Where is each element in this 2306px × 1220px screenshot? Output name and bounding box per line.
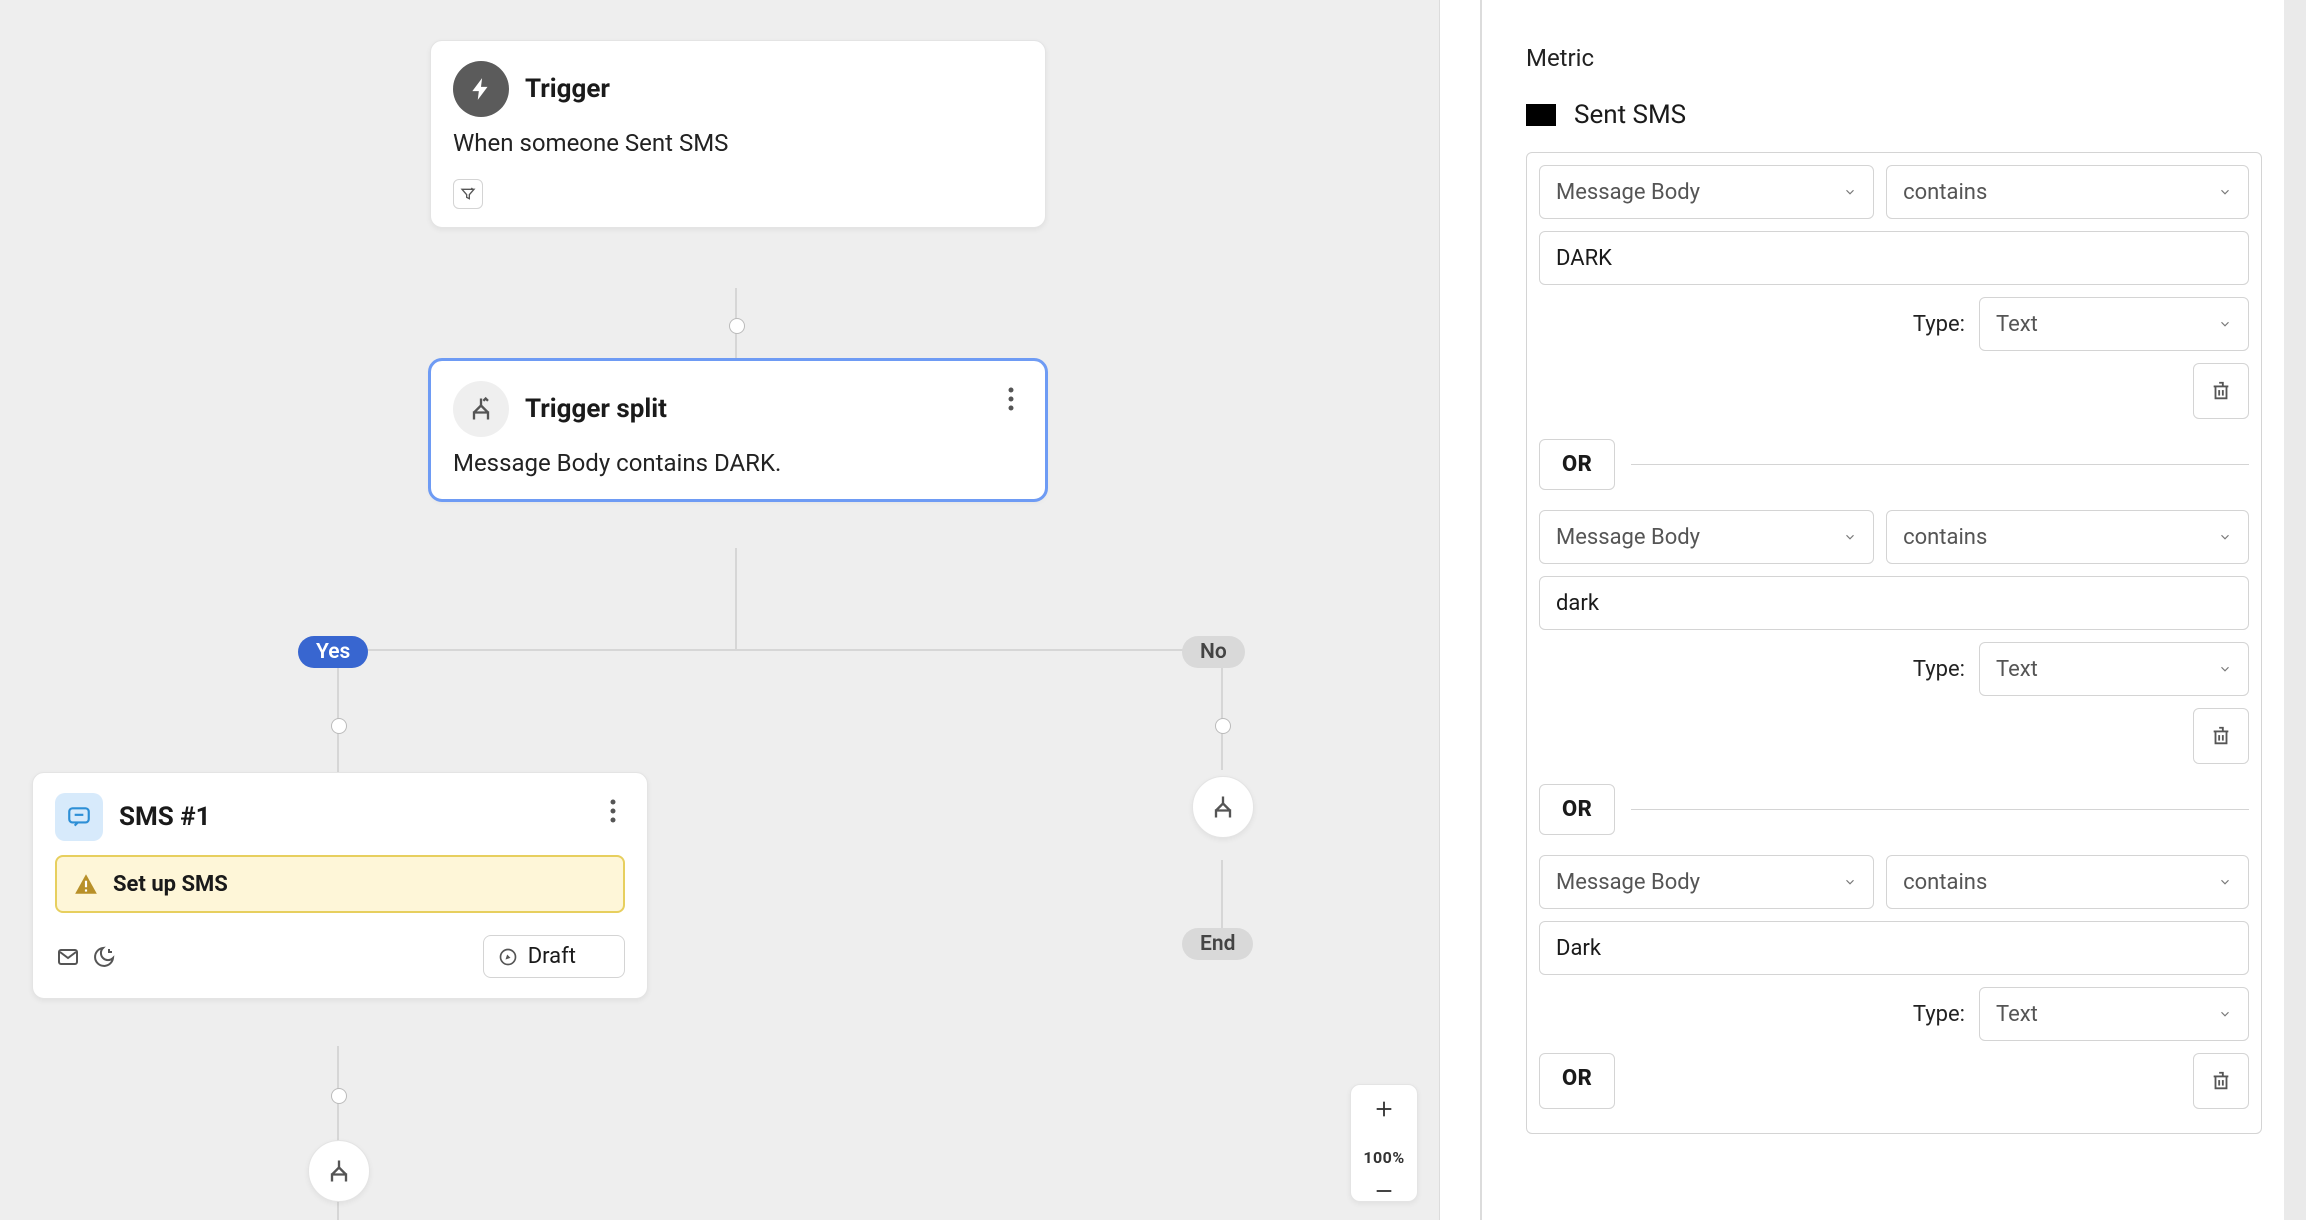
operator-select[interactable]: contains [1886,855,2249,909]
trigger-title: Trigger [525,74,610,104]
type-label: Type: [1913,312,1965,337]
zoom-in-button[interactable] [1351,1085,1417,1133]
connector-dot[interactable] [331,718,347,734]
chevron-down-icon [2218,185,2232,199]
sms-status-text: Draft [528,944,576,969]
connector-dot[interactable] [1215,718,1231,734]
branch-yes-label: Yes [298,636,368,668]
warning-icon [73,871,99,897]
delete-condition-button[interactable] [2193,363,2249,419]
branch-end-label: End [1182,928,1253,960]
trigger-split-node[interactable]: Trigger split Message Body contains DARK… [430,360,1046,500]
add-step-button[interactable] [308,1140,370,1202]
flow-canvas[interactable]: Trigger When someone Sent SMS Trigger sp… [0,0,1482,1220]
zoom-out-button[interactable] [1351,1181,1417,1201]
metric-section-label: Metric [1526,44,2262,72]
chevron-down-icon [2218,1007,2232,1021]
value-input[interactable]: Dark [1539,921,2249,975]
connector-dot[interactable] [331,1088,347,1104]
type-label: Type: [1913,657,1965,682]
sms-icon [55,793,103,841]
sms-status-badge[interactable]: Draft [483,935,625,978]
divider [1631,809,2249,810]
sms-menu-button[interactable] [597,795,629,827]
chevron-down-icon [1843,875,1857,889]
metric-tag-icon [1526,104,1556,126]
value-input[interactable]: dark [1539,576,2249,630]
metric-name: Sent SMS [1574,100,1686,130]
panel-gutter [1439,0,1480,1220]
sms-node[interactable]: SMS #1 Set up SMS [32,772,648,999]
trash-icon [2210,1070,2232,1092]
metric-row[interactable]: Sent SMS [1526,100,2262,130]
trigger-node[interactable]: Trigger When someone Sent SMS [430,40,1046,228]
zoom-control: 100% [1350,1084,1418,1202]
chevron-down-icon [2218,317,2232,331]
branch-icon [453,381,509,437]
trigger-split-title: Trigger split [525,394,667,424]
operator-select[interactable]: contains [1886,510,2249,564]
chevron-down-icon [2218,530,2232,544]
trash-icon [2210,725,2232,747]
panel-scrollbar[interactable] [2284,0,2306,1220]
trigger-filter-icon[interactable] [453,179,483,209]
sms-warning-text: Set up SMS [113,872,228,897]
value-input[interactable]: DARK [1539,231,2249,285]
field-select[interactable]: Message Body [1539,165,1874,219]
type-select[interactable]: Text [1979,642,2249,696]
field-select[interactable]: Message Body [1539,510,1874,564]
divider [1631,464,2249,465]
connector-dot[interactable] [729,318,745,334]
delete-condition-button[interactable] [2193,1053,2249,1109]
chevron-down-icon [1843,185,1857,199]
trigger-split-menu-button[interactable] [995,383,1027,415]
field-select[interactable]: Message Body [1539,855,1874,909]
sms-warning[interactable]: Set up SMS [55,855,625,913]
type-select[interactable]: Text [1979,987,2249,1041]
conditions-container: Message Body contains DARK Type: Text [1526,152,2262,1134]
zoom-level: 100% [1351,1133,1417,1181]
quiet-hours-icon[interactable] [91,944,117,970]
trigger-description: When someone Sent SMS [431,125,1045,179]
or-separator: OR [1539,784,1615,835]
trash-icon [2210,380,2232,402]
condition-panel: Metric Sent SMS Message Body contains DA… [1482,0,2306,1220]
type-select[interactable]: Text [1979,297,2249,351]
chevron-down-icon [2218,662,2232,676]
trigger-split-description: Message Body contains DARK. [431,445,1045,499]
email-icon[interactable] [55,944,81,970]
sms-title: SMS #1 [119,802,211,832]
chevron-down-icon [2218,875,2232,889]
branch-no-label: No [1182,636,1245,668]
operator-select[interactable]: contains [1886,165,2249,219]
type-label: Type: [1913,1002,1965,1027]
add-or-condition-button[interactable]: OR [1539,1053,1615,1109]
chevron-down-icon [1843,530,1857,544]
add-step-button[interactable] [1192,776,1254,838]
compass-icon [498,947,518,967]
or-separator: OR [1539,439,1615,490]
bolt-icon [453,61,509,117]
delete-condition-button[interactable] [2193,708,2249,764]
